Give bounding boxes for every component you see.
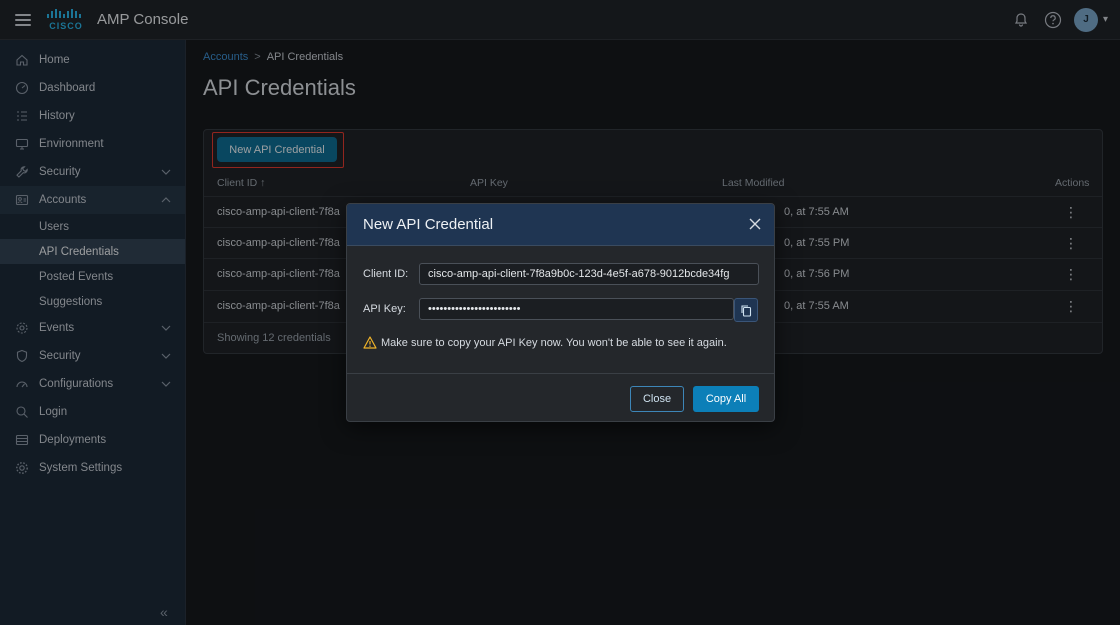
copy-all-button[interactable]: Copy All	[693, 386, 759, 412]
api-key-field[interactable]	[419, 298, 734, 320]
close-button[interactable]: Close	[630, 386, 684, 412]
copy-api-key-button[interactable]	[734, 298, 758, 322]
warning-icon	[363, 336, 377, 349]
warning-text: Make sure to copy your API Key now. You …	[381, 336, 727, 349]
divider	[347, 373, 774, 374]
copy-icon	[741, 304, 752, 317]
client-id-label: Client ID:	[363, 268, 409, 280]
api-key-label: API Key:	[363, 303, 406, 315]
new-api-credential-modal: New API Credential Client ID: API Key: M…	[346, 203, 775, 422]
warning-message: Make sure to copy your API Key now. You …	[363, 336, 727, 349]
close-icon[interactable]	[748, 217, 762, 231]
modal-header: New API Credential	[347, 204, 774, 246]
modal-title: New API Credential	[363, 216, 494, 233]
client-id-field[interactable]	[419, 263, 759, 285]
